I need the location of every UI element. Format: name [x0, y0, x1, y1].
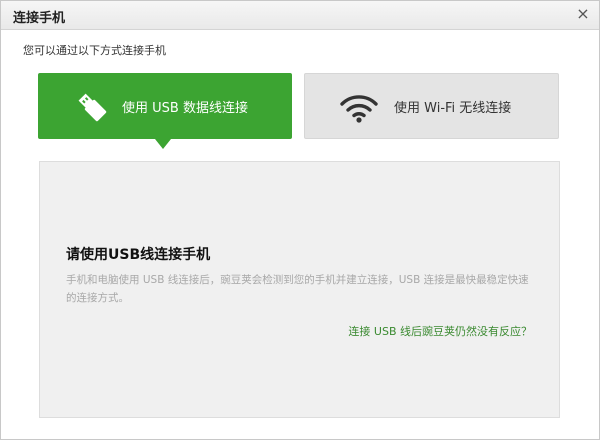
- panel-heading: 请使用USB线连接手机: [66, 247, 211, 263]
- usb-connection-option[interactable]: 使用 USB 数据线连接: [38, 73, 292, 139]
- selected-option-pointer: [155, 139, 171, 149]
- connection-instructions: 您可以通过以下方式连接手机: [23, 44, 166, 57]
- usb-plug-icon: [74, 89, 110, 129]
- connect-phone-dialog: 连接手机 × 您可以通过以下方式连接手机 使用 USB 数据线连接 使用 Wi-…: [0, 0, 600, 440]
- usb-instructions-panel: 请使用USB线连接手机 手机和电脑使用 USB 线连接后，豌豆荚会检测到您的手机…: [39, 161, 560, 418]
- panel-description: 手机和电脑使用 USB 线连接后，豌豆荚会检测到您的手机并建立连接，USB 连接…: [66, 274, 529, 304]
- close-button[interactable]: ×: [576, 6, 590, 22]
- usb-troubleshoot-link[interactable]: 连接 USB 线后豌豆荚仍然没有反应？: [348, 323, 532, 339]
- dialog-title: 连接手机: [13, 11, 66, 26]
- title-bar: 连接手机 ×: [1, 1, 599, 30]
- usb-option-label: 使用 USB 数据线连接: [122, 101, 248, 116]
- wifi-option-label: 使用 Wi-Fi 无线连接: [394, 101, 512, 116]
- wifi-connection-option[interactable]: 使用 Wi-Fi 无线连接: [304, 73, 559, 139]
- wifi-icon: [339, 93, 379, 127]
